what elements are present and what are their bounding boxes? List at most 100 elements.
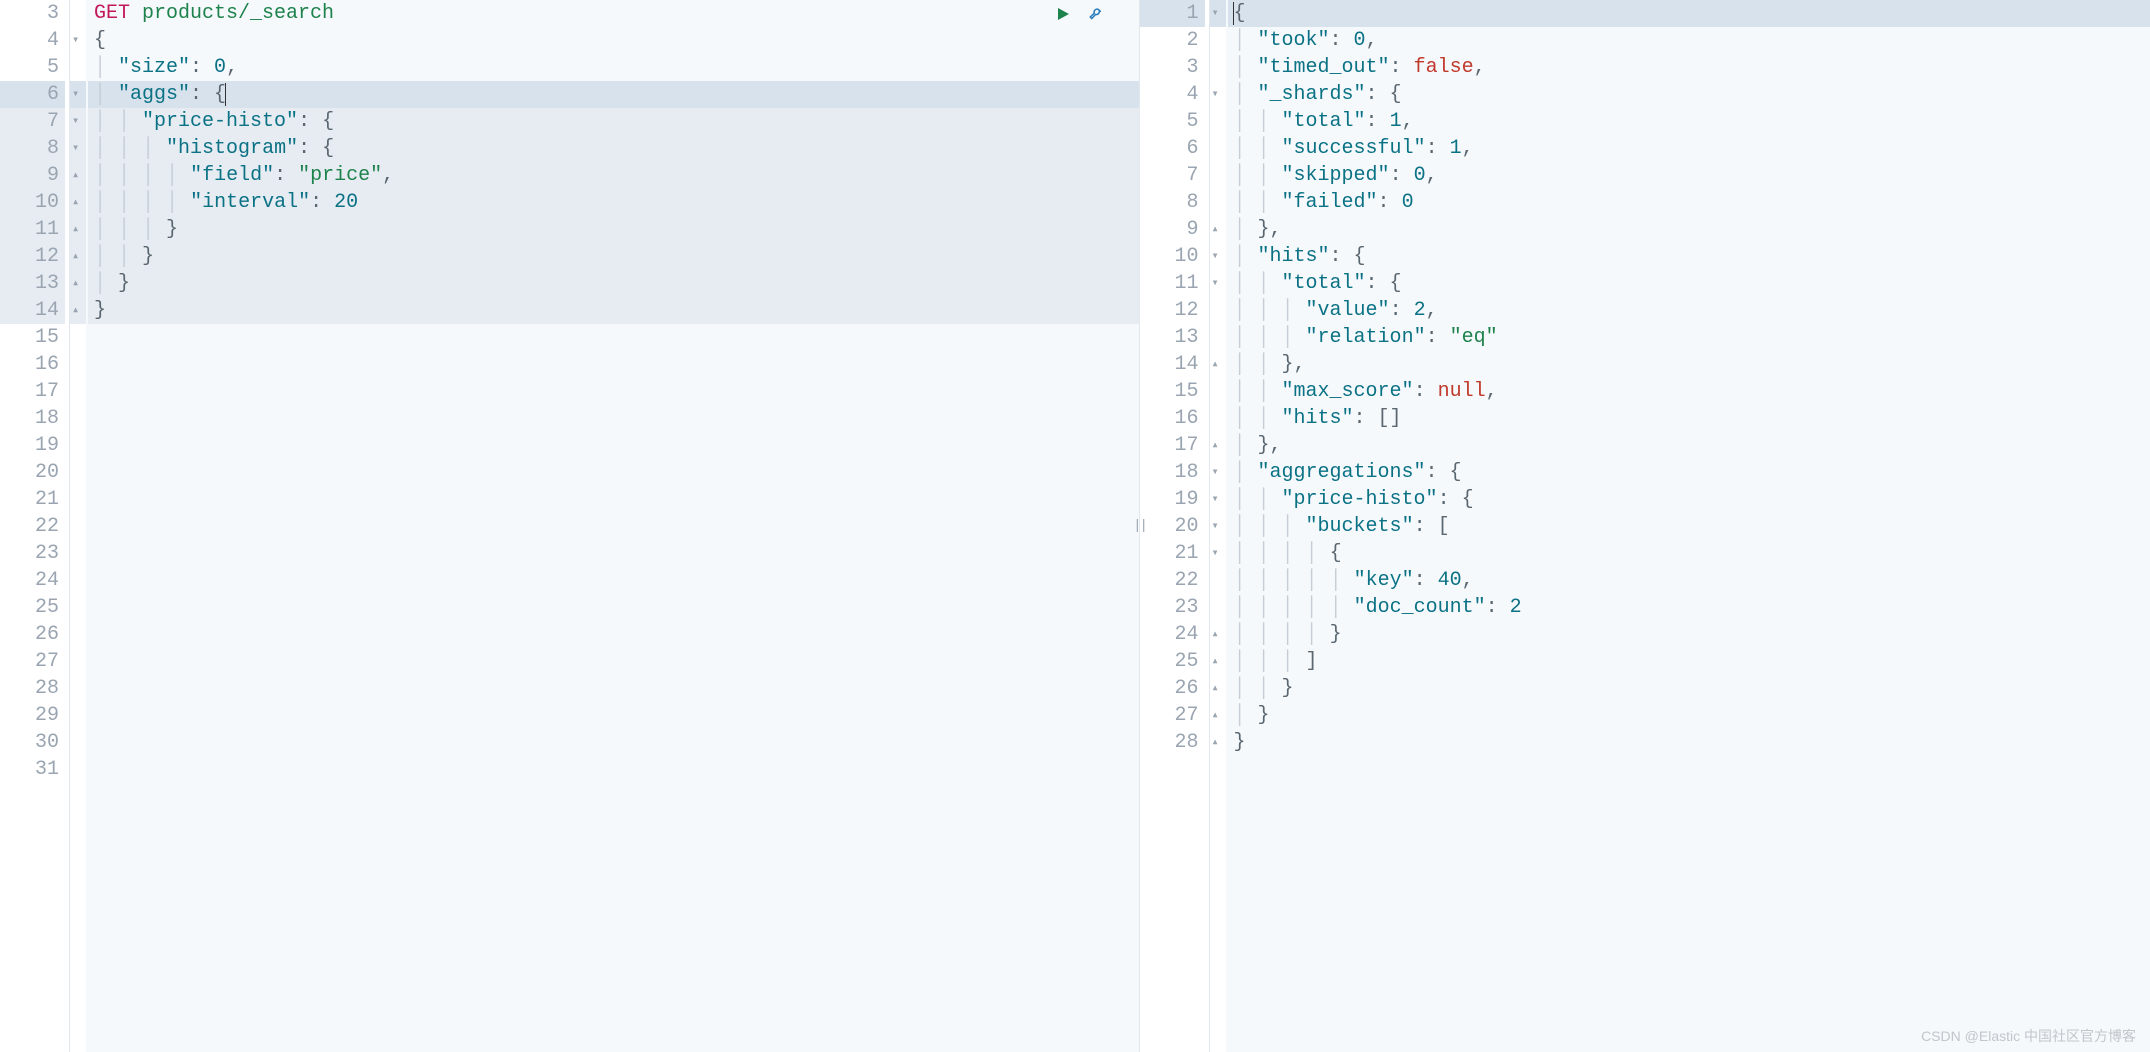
fold-marker[interactable]: ▾ [1210,81,1226,108]
code-line[interactable] [88,486,1139,513]
fold-marker[interactable]: ▴ [1210,702,1226,729]
pane-splitter[interactable]: || [1133,518,1146,534]
fold-marker[interactable]: ▴ [70,243,86,270]
code-line[interactable]: GET products/_search [88,0,1139,27]
fold-marker [70,621,86,648]
fold-marker[interactable]: ▴ [70,162,86,189]
code-line[interactable] [88,756,1139,783]
fold-marker[interactable]: ▾ [1210,486,1226,513]
line-number: 22 [1140,567,1205,594]
code-line[interactable]: { [88,27,1139,54]
code-line[interactable]: │ │ "price-histo": { [88,108,1139,135]
code-line[interactable] [88,540,1139,567]
code-line[interactable]: │ "hits": { [1228,243,2150,270]
code-line[interactable]: │ │ │ │ "interval": 20 [88,189,1139,216]
code-line[interactable]: │ │ "skipped": 0, [1228,162,2150,189]
line-number: 19 [1140,486,1205,513]
code-line[interactable] [88,513,1139,540]
code-line[interactable] [88,351,1139,378]
line-number: 14 [0,297,65,324]
fold-marker[interactable]: ▾ [1210,0,1226,27]
code-line[interactable]: │ │ │ "histogram": { [88,135,1139,162]
code-line[interactable]: │ │ "hits": [] [1228,405,2150,432]
code-line[interactable] [88,432,1139,459]
code-line[interactable] [88,594,1139,621]
fold-marker[interactable]: ▴ [70,270,86,297]
code-line[interactable] [88,567,1139,594]
fold-marker[interactable]: ▾ [1210,459,1226,486]
fold-marker [1210,108,1226,135]
fold-marker [70,648,86,675]
code-line[interactable] [88,621,1139,648]
fold-marker[interactable]: ▴ [1210,648,1226,675]
fold-marker[interactable]: ▾ [70,108,86,135]
fold-marker[interactable]: ▴ [1210,432,1226,459]
fold-marker[interactable]: ▾ [70,27,86,54]
fold-marker[interactable]: ▾ [70,81,86,108]
code-line[interactable] [88,648,1139,675]
fold-marker[interactable]: ▴ [1210,729,1226,756]
options-button[interactable] [1085,2,1109,26]
code-line[interactable]: │ │ │ "relation": "eq" [1228,324,2150,351]
fold-marker[interactable]: ▴ [1210,675,1226,702]
code-line[interactable] [88,405,1139,432]
code-line[interactable]: │ }, [1228,216,2150,243]
code-line[interactable]: } [88,297,1139,324]
request-editor[interactable]: GET products/_search{│ "size": 0,│ "aggs… [88,0,1139,1052]
fold-marker[interactable]: ▾ [1210,513,1226,540]
code-line[interactable]: │ │ │ │ │ "doc_count": 2 [1228,594,2150,621]
code-line[interactable]: │ │ "total": 1, [1228,108,2150,135]
code-line[interactable]: │ "aggs": { [88,81,1139,108]
code-line[interactable]: │ "timed_out": false, [1228,54,2150,81]
fold-marker[interactable]: ▾ [1210,243,1226,270]
code-line[interactable]: │ "_shards": { [1228,81,2150,108]
code-line[interactable] [88,378,1139,405]
line-number: 10 [0,189,65,216]
line-number: 25 [1140,648,1205,675]
code-line[interactable]: │ }, [1228,432,2150,459]
fold-marker[interactable]: ▾ [70,135,86,162]
code-line[interactable]: │ "took": 0, [1228,27,2150,54]
fold-gutter[interactable]: ▾▾▾▾▴▴▴▴▴▴ [70,0,86,1052]
code-line[interactable]: │ │ "price-histo": { [1228,486,2150,513]
code-line[interactable]: │ "size": 0, [88,54,1139,81]
code-line[interactable] [88,324,1139,351]
code-line[interactable]: │ } [1228,702,2150,729]
fold-marker[interactable]: ▾ [1210,270,1226,297]
code-line[interactable]: │ │ │ │ } [1228,621,2150,648]
fold-marker[interactable]: ▴ [70,297,86,324]
code-line[interactable]: │ } [88,270,1139,297]
fold-marker[interactable]: ▴ [1210,351,1226,378]
code-line[interactable]: │ │ "max_score": null, [1228,378,2150,405]
code-line[interactable]: │ │ │ "buckets": [ [1228,513,2150,540]
code-line[interactable]: │ │ │ "value": 2, [1228,297,2150,324]
fold-marker[interactable]: ▴ [1210,216,1226,243]
code-line[interactable]: │ │ │ ] [1228,648,2150,675]
code-line[interactable]: │ │ "total": { [1228,270,2150,297]
code-line[interactable]: { [1228,0,2150,27]
code-line[interactable] [88,729,1139,756]
code-line[interactable]: │ │ "failed": 0 [1228,189,2150,216]
run-button[interactable] [1051,2,1075,26]
code-line[interactable] [88,702,1139,729]
fold-marker[interactable]: ▾ [1210,540,1226,567]
code-line[interactable] [88,459,1139,486]
response-viewer[interactable]: {│ "took": 0,│ "timed_out": false,│ "_sh… [1228,0,2150,1052]
code-line[interactable]: │ "aggregations": { [1228,459,2150,486]
fold-gutter[interactable]: ▾▾▴▾▾▴▴▾▾▾▾▴▴▴▴▴ [1210,0,1226,1052]
code-line[interactable]: │ │ │ } [88,216,1139,243]
code-line[interactable] [88,675,1139,702]
fold-marker[interactable]: ▴ [70,216,86,243]
line-number: 27 [0,648,65,675]
code-line[interactable]: │ │ }, [1228,351,2150,378]
code-line[interactable]: │ │ │ │ │ "key": 40, [1228,567,2150,594]
fold-marker[interactable]: ▴ [70,189,86,216]
code-line[interactable]: │ │ } [1228,675,2150,702]
line-number: 14 [1140,351,1205,378]
code-line[interactable]: │ │ │ │ { [1228,540,2150,567]
fold-marker[interactable]: ▴ [1210,621,1226,648]
code-line[interactable]: │ │ } [88,243,1139,270]
code-line[interactable]: │ │ │ │ "field": "price", [88,162,1139,189]
code-line[interactable]: │ │ "successful": 1, [1228,135,2150,162]
code-line[interactable]: } [1228,729,2150,756]
